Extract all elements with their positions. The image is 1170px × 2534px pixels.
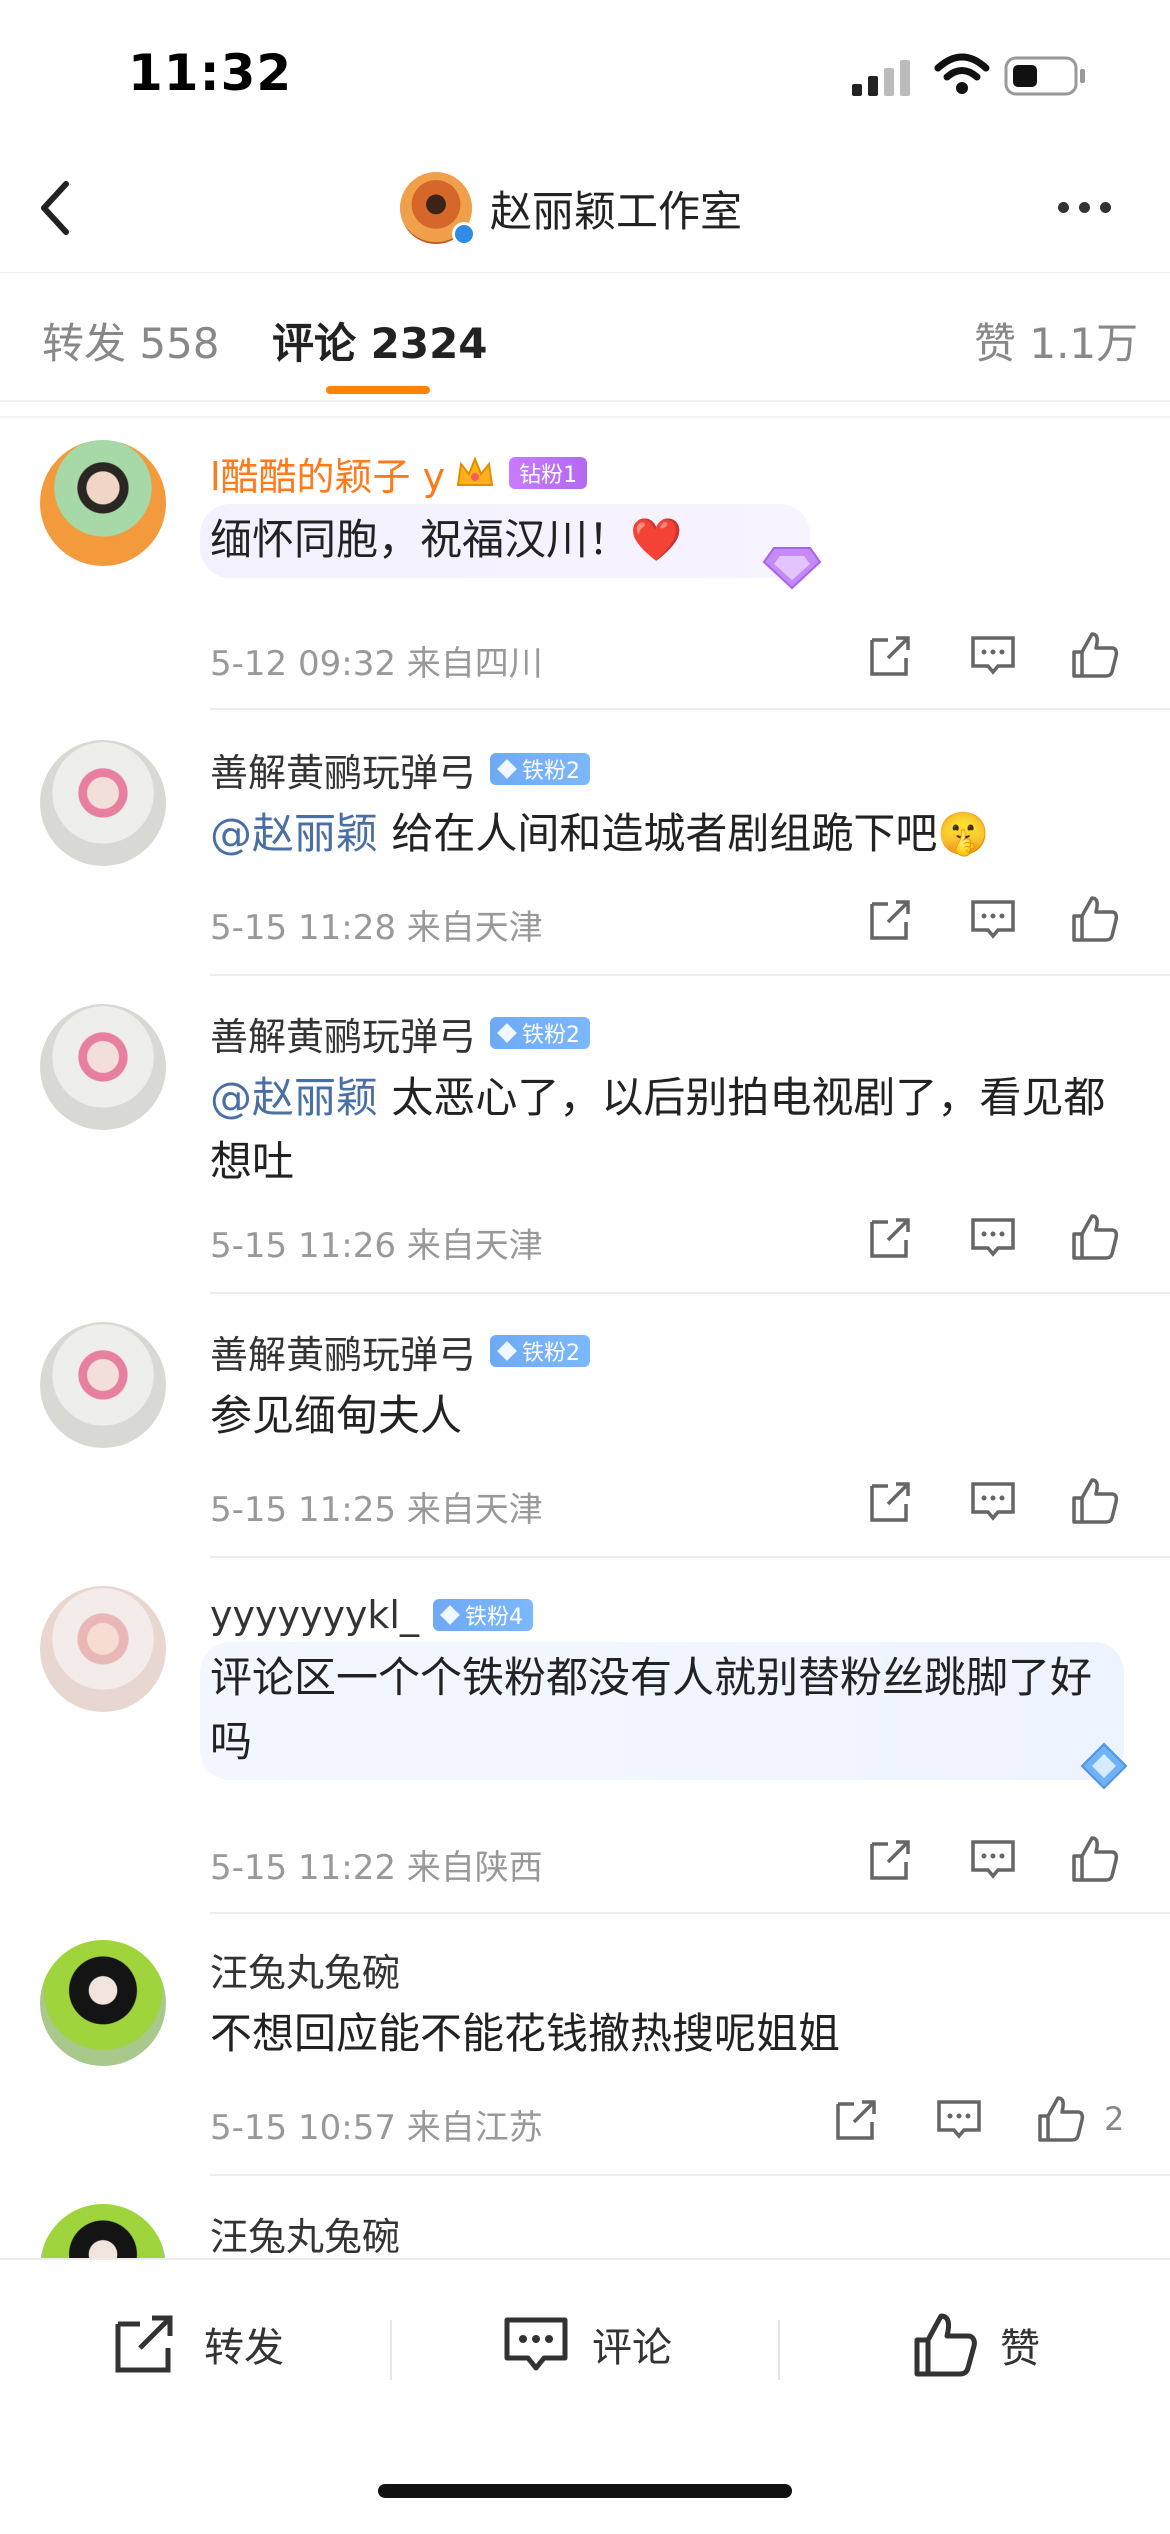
comment-separator bbox=[210, 974, 1170, 976]
comment-text: @赵丽颖 太恶心了，以后别拍电视剧了，看见都想吐 bbox=[210, 1066, 1130, 1194]
home-indicator bbox=[378, 2484, 792, 2498]
comment-separator bbox=[210, 1556, 1170, 1558]
tab-likes[interactable]: 赞 1.1万 bbox=[974, 310, 1138, 371]
fan-badge-label: 铁粉4 bbox=[464, 1605, 523, 1630]
status-bar: 11:32 bbox=[0, 0, 1170, 150]
comment-username[interactable]: l酷酷的颖子 y bbox=[210, 446, 445, 501]
comment-text: 不想回应能不能花钱撤热搜呢姐姐 bbox=[210, 2009, 841, 2058]
active-tab-indicator bbox=[326, 386, 430, 394]
comment-icon[interactable] bbox=[968, 894, 1018, 944]
comment-text: @赵丽颖 给在人间和造城者剧组跪下吧🤫 bbox=[210, 802, 1130, 866]
back-icon[interactable] bbox=[30, 172, 90, 244]
comment-text: 评论区一个个铁粉都没有人就别替粉丝跳脚了好吗 bbox=[210, 1653, 1093, 1766]
comment-icon[interactable] bbox=[968, 630, 1018, 680]
comment-separator bbox=[210, 2174, 1170, 2176]
like-count: 2 bbox=[1104, 2100, 1125, 2138]
like-label: 赞 bbox=[1000, 2326, 1040, 2372]
mention-link[interactable]: @赵丽颖 bbox=[210, 1073, 378, 1122]
comment-username[interactable]: 善解黄鹂玩弹弓 bbox=[210, 1324, 476, 1379]
fan-badge: 铁粉2 bbox=[490, 1017, 591, 1049]
comment-icon[interactable] bbox=[968, 1212, 1018, 1262]
comment-username[interactable]: 汪兔丸兔碗 bbox=[210, 2206, 400, 2261]
comment-username[interactable]: 善解黄鹂玩弹弓 bbox=[210, 742, 476, 797]
comment-username[interactable]: 汪兔丸兔碗 bbox=[210, 1942, 400, 1997]
share-icon[interactable] bbox=[866, 1834, 916, 1884]
comment-separator bbox=[210, 1292, 1170, 1294]
avatar[interactable] bbox=[40, 1004, 166, 1130]
tab-comments[interactable]: 评论 2324 bbox=[272, 310, 488, 371]
comment-label: 评论 bbox=[592, 2325, 672, 2371]
repost-button[interactable]: 转发 bbox=[110, 2312, 284, 2376]
account-avatar[interactable] bbox=[400, 172, 476, 246]
comment-icon bbox=[504, 2317, 568, 2371]
avatar[interactable] bbox=[40, 1586, 166, 1712]
like-icon bbox=[914, 2313, 977, 2377]
fan-badge: 铁粉2 bbox=[490, 753, 591, 785]
like-icon[interactable] bbox=[1070, 1834, 1120, 1884]
like-icon[interactable] bbox=[1070, 1212, 1120, 1262]
comment-icon[interactable] bbox=[968, 1834, 1018, 1884]
fan-badge: 铁粉4 bbox=[432, 1599, 533, 1631]
bottom-divider bbox=[390, 2320, 392, 2380]
comment-text: 缅怀同胞，祝福汉川！❤️ bbox=[210, 515, 683, 564]
repost-label: 转发 bbox=[204, 2325, 284, 2371]
diamond-sticker-icon bbox=[762, 547, 822, 590]
fan-badge-label: 铁粉2 bbox=[522, 1341, 581, 1366]
share-icon[interactable] bbox=[866, 1212, 916, 1262]
mention-link[interactable]: @赵丽颖 bbox=[210, 809, 378, 858]
comment-separator bbox=[210, 1912, 1170, 1914]
crown-icon bbox=[456, 456, 494, 486]
nav-bar: 赵丽颖工作室 bbox=[0, 150, 1170, 270]
avatar[interactable] bbox=[40, 440, 166, 566]
battery-icon bbox=[1004, 56, 1085, 96]
comment-separator bbox=[210, 708, 1170, 710]
comment-body: 给在人间和造城者剧组跪下吧🤫 bbox=[378, 809, 990, 858]
more-icon[interactable] bbox=[1058, 202, 1111, 213]
fan-badge: 铁粉2 bbox=[490, 1335, 591, 1367]
fan-badge-label: 铁粉2 bbox=[522, 759, 581, 784]
status-time: 11:32 bbox=[128, 44, 293, 102]
share-icon[interactable] bbox=[866, 630, 916, 680]
like-icon[interactable] bbox=[1036, 2094, 1086, 2144]
nav-title-group[interactable]: 赵丽颖工作室 bbox=[400, 168, 742, 248]
verified-icon bbox=[452, 222, 476, 246]
tabs-divider-secondary bbox=[0, 416, 1170, 418]
wifi-icon bbox=[934, 53, 990, 94]
nav-title: 赵丽颖工作室 bbox=[490, 186, 743, 236]
tab-bar: 转发 558 评论 2324 赞 1.1万 bbox=[0, 300, 1170, 400]
comment-button[interactable]: 评论 bbox=[502, 2312, 672, 2376]
tabs-divider bbox=[0, 400, 1170, 402]
comment-username[interactable]: 善解黄鹂玩弹弓 bbox=[210, 1006, 476, 1061]
share-icon[interactable] bbox=[832, 2094, 882, 2144]
like-icon[interactable] bbox=[1070, 630, 1120, 680]
share-icon[interactable] bbox=[866, 894, 916, 944]
fan-badge-label: 铁粉2 bbox=[522, 1023, 581, 1048]
fan-badge: 钻粉1 bbox=[509, 457, 588, 489]
diamond-sticker-icon bbox=[1080, 1742, 1128, 1790]
comment-text: 参见缅甸夫人 bbox=[210, 1391, 463, 1440]
like-icon[interactable] bbox=[1070, 894, 1120, 944]
fan-badge-label: 钻粉1 bbox=[519, 463, 578, 488]
nav-divider bbox=[0, 272, 1170, 273]
avatar[interactable] bbox=[40, 740, 166, 866]
like-button[interactable]: 赞 bbox=[912, 2312, 1040, 2378]
like-icon[interactable] bbox=[1070, 1476, 1120, 1526]
comment-icon[interactable] bbox=[968, 1476, 1018, 1526]
share-icon[interactable] bbox=[866, 1476, 916, 1526]
cellular-signal-icon bbox=[852, 60, 910, 96]
comment-username[interactable]: yyyyyyykl_ bbox=[210, 1593, 419, 1637]
comment-icon[interactable] bbox=[934, 2094, 984, 2144]
bottom-divider bbox=[778, 2320, 780, 2380]
avatar[interactable] bbox=[40, 1322, 166, 1448]
share-icon bbox=[115, 2315, 173, 2373]
avatar[interactable] bbox=[40, 1940, 166, 2066]
tab-repost[interactable]: 转发 558 bbox=[42, 310, 220, 371]
